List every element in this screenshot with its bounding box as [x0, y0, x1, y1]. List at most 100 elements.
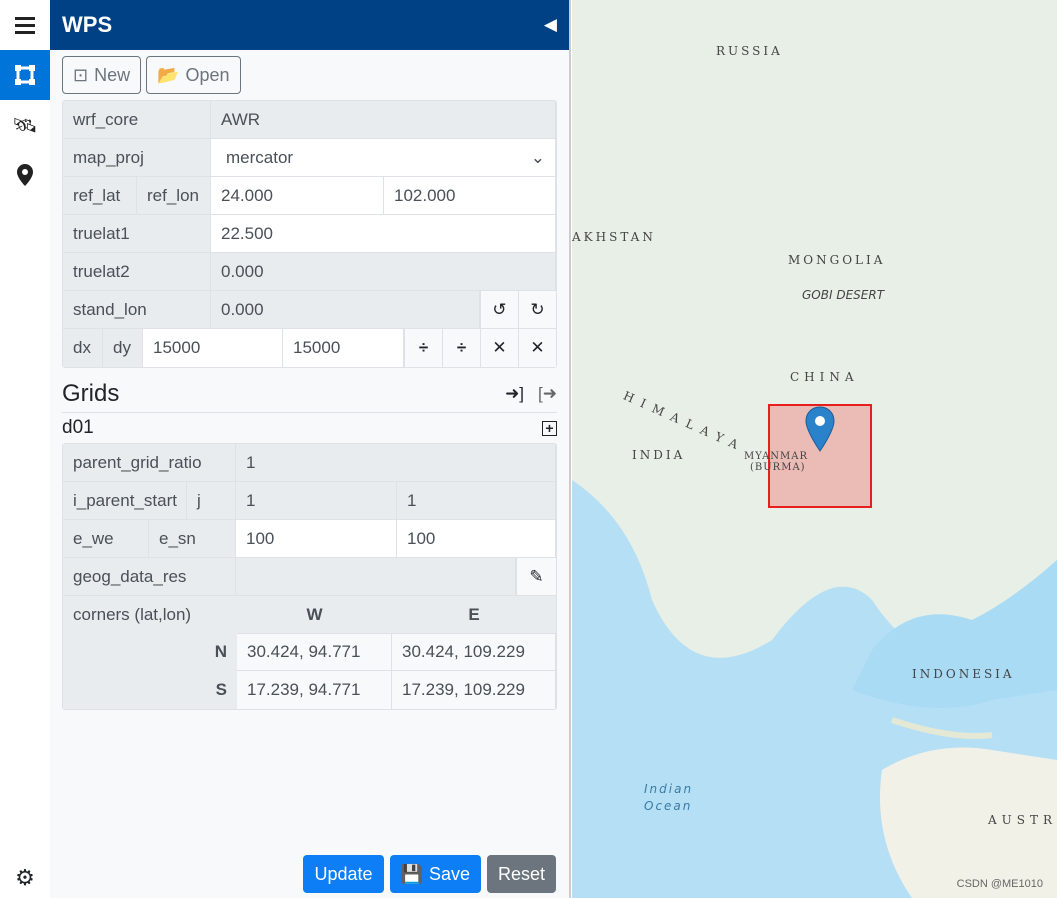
truelat1-input[interactable]: 22.500 — [211, 215, 556, 252]
redo-icon: ↻ — [530, 299, 545, 319]
settings-button[interactable]: ⚙ — [0, 858, 50, 898]
toolbar: ⊡ New 📂 Open — [50, 50, 569, 100]
domain-form: wrf_core AWR map_proj mercator ⌄ ref_lat ref… — [62, 100, 557, 368]
chevron-down-icon: ⌄ — [530, 147, 545, 167]
multiply-dx-button[interactable]: ✕ — [480, 329, 518, 367]
map-proj-select[interactable]: mercator ⌄ — [211, 139, 556, 176]
i-parent-start-value: 1 — [236, 482, 397, 519]
corner-ne: 30.424, 109.229 — [392, 634, 556, 670]
sidebar-item-locations[interactable] — [0, 150, 50, 200]
ref-lon-input[interactable]: 102.000 — [384, 177, 556, 214]
divide-icon: ÷ — [418, 338, 429, 357]
j-parent-start-value: 1 — [397, 482, 556, 519]
sidebar-item-domain[interactable] — [0, 50, 50, 100]
domain-name: d01 — [62, 417, 94, 438]
side-rail: 🛰 ⚙ — [0, 0, 50, 898]
gear-icon: ⚙ — [15, 865, 35, 890]
map-label-burma: (BURMA) — [750, 462, 806, 473]
divide-dx-button[interactable]: ÷ — [404, 329, 442, 367]
stand-lon-label: stand_lon — [63, 291, 211, 328]
wps-panel: WPS ◀ ⊡ New 📂 Open wrf_core AWR map_proj mer… — [50, 0, 571, 898]
map-proj-label: map_proj — [63, 139, 211, 176]
save-button[interactable]: 💾 Save — [389, 855, 481, 893]
parent-grid-ratio-label: parent_grid_ratio — [63, 444, 236, 481]
rotate-right-button[interactable]: ↻ — [518, 291, 556, 328]
corner-nw: 30.424, 94.771 — [237, 634, 392, 670]
ref-lat-label: ref_lat — [63, 177, 137, 214]
wrf-core-value: AWR — [211, 101, 556, 138]
west-label: W — [306, 605, 323, 624]
map-label-russia: RUSSIA — [716, 44, 783, 58]
map-marker-icon — [17, 164, 33, 186]
sidebar-item-data[interactable]: 🛰 — [0, 100, 50, 150]
dx-label: dx — [63, 329, 103, 367]
reset-button[interactable]: Reset — [486, 855, 556, 893]
panel-header: WPS ◀ — [50, 0, 569, 50]
grids-section-header: Grids ➜] [➜ — [62, 380, 557, 413]
e-we-input[interactable]: 100 — [236, 520, 397, 557]
truelat2-value: 0.000 — [211, 253, 556, 290]
times-icon: ✕ — [492, 338, 507, 357]
truelat1-label: truelat1 — [63, 215, 211, 252]
corners-table: corners (lat,lon) N S W E 30.424, 94.771 3… — [63, 596, 556, 709]
map-label-australia: AUSTR — [988, 813, 1057, 827]
corner-sw: 17.239, 94.771 — [237, 671, 392, 709]
update-button[interactable]: Update — [303, 855, 384, 893]
ref-lon-label: ref_lon — [137, 177, 211, 214]
footer-actions: Update 💾 Save Reset — [303, 855, 556, 893]
j-parent-start-label: j — [187, 482, 236, 519]
menu-icon — [15, 17, 35, 34]
map-marker[interactable] — [804, 406, 836, 452]
grid-form: parent_grid_ratio 1 i_parent_start j 1 1 e_w… — [62, 443, 557, 710]
watermark: CSDN @ME1010 — [956, 878, 1043, 890]
map-label-gobi: GOBI DESERT — [802, 288, 885, 302]
sign-in-icon[interactable]: ➜] — [505, 384, 524, 404]
domain-d01-header: d01 + — [62, 417, 557, 439]
map-label-myanmar: MYANMAR — [744, 451, 809, 462]
stand-lon-value: 0.000 — [211, 291, 480, 328]
ref-lat-input[interactable]: 24.000 — [211, 177, 384, 214]
sign-out-icon[interactable]: [➜ — [538, 384, 557, 404]
map-view[interactable]: RUSSIA AKHSTAN MONGOLIA GOBI DESERT CHIN… — [572, 0, 1057, 898]
edit-geog-button[interactable]: ✎ — [516, 558, 556, 595]
map-label-mongolia: MONGOLIA — [788, 253, 886, 267]
e-sn-input[interactable]: 100 — [397, 520, 556, 557]
map-label-indian: Indian — [644, 782, 694, 796]
north-label: N — [214, 642, 227, 661]
dx-input[interactable]: 15000 — [143, 329, 283, 367]
map-label-indonesia: INDONESIA — [912, 667, 1015, 681]
e-we-label: e_we — [63, 520, 149, 557]
satellite-icon: 🛰 — [12, 114, 38, 137]
map-label-ocean: Ocean — [644, 799, 693, 813]
grids-title: Grids — [62, 380, 120, 407]
geog-data-res-label: geog_data_res — [63, 558, 236, 595]
i-parent-start-label: i_parent_start — [63, 482, 187, 519]
corner-se: 17.239, 109.229 — [392, 671, 556, 709]
dy-label: dy — [103, 329, 143, 367]
east-label: E — [468, 605, 480, 624]
dy-input[interactable]: 15000 — [283, 329, 404, 367]
parent-grid-ratio-value: 1 — [236, 444, 556, 481]
edit-icon: ✎ — [529, 566, 544, 586]
south-label: S — [215, 680, 227, 699]
plus-square-icon[interactable]: + — [542, 420, 557, 436]
undo-icon: ↺ — [492, 299, 507, 319]
map-label-china: CHINA — [790, 370, 859, 384]
map-label-india: INDIA — [632, 448, 686, 462]
collapse-caret-icon[interactable]: ◀ — [544, 15, 557, 35]
panel-title: WPS — [62, 12, 113, 37]
folder-open-icon: 📂 — [157, 64, 180, 85]
e-sn-label: e_sn — [149, 520, 236, 557]
divide-icon: ÷ — [456, 338, 467, 357]
times-icon: ✕ — [530, 338, 545, 357]
map-label-kazakhstan: AKHSTAN — [572, 230, 656, 244]
rotate-left-button[interactable]: ↺ — [480, 291, 518, 328]
truelat2-label: truelat2 — [63, 253, 211, 290]
open-button[interactable]: 📂 Open — [146, 56, 241, 94]
multiply-dy-button[interactable]: ✕ — [518, 329, 556, 367]
new-button[interactable]: ⊡ New — [62, 56, 142, 94]
menu-button[interactable] — [0, 0, 50, 50]
geog-data-res-value — [236, 558, 516, 595]
divide-dy-button[interactable]: ÷ — [442, 329, 480, 367]
new-file-icon: ⊡ — [73, 64, 89, 85]
